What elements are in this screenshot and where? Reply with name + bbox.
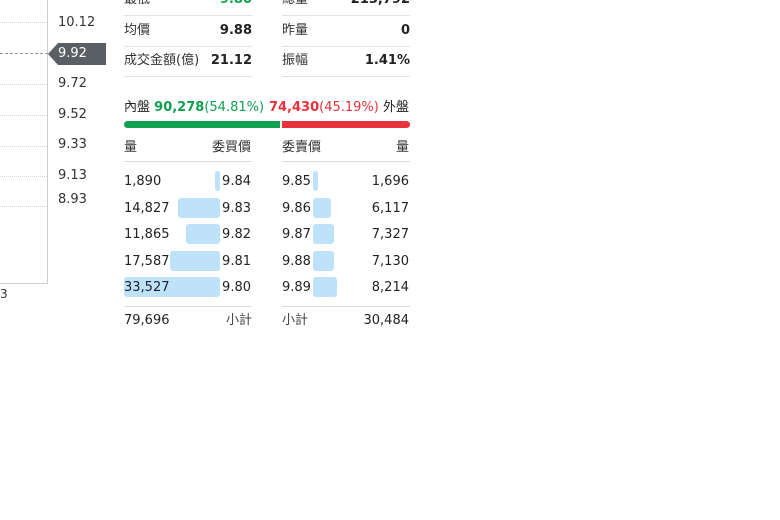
stat-label: 振幅 — [282, 53, 309, 68]
ask-total: 30,484 — [363, 313, 410, 328]
outer-ratio-bar — [282, 121, 410, 128]
ask-price: 9.85 — [282, 174, 311, 189]
stat-amplitude: 振幅 1.41% — [282, 46, 410, 77]
current-price-line — [0, 53, 48, 54]
bid-qty: 14,827 — [124, 201, 170, 216]
bid-price: 9.83 — [222, 201, 251, 216]
grid-line — [0, 115, 47, 116]
ask-price: 9.89 — [282, 280, 311, 295]
ask-qty-header: 量 — [396, 140, 410, 155]
outer-value: 74,430 — [268, 100, 320, 115]
ask-price: 9.86 — [282, 201, 311, 216]
outer-label: 外盤 — [382, 100, 409, 115]
chart-frame — [0, 0, 48, 284]
ask-volume-bar — [313, 277, 337, 297]
stat-value: 1.41% — [364, 53, 410, 68]
bid-price: 9.82 — [222, 227, 251, 242]
inner-volume: 內盤 90,278(54.81%) — [124, 99, 264, 117]
stat-avg-price: 均價 9.88 — [124, 16, 252, 47]
grid-line — [0, 146, 47, 147]
stat-prev-volume: 昨量 0 — [282, 16, 410, 47]
current-price-tag: 9.92 — [48, 43, 106, 65]
y-tick-label: 10.12 — [58, 15, 96, 30]
bid-qty: 11,865 — [124, 227, 170, 242]
bid-total: 79,696 — [124, 313, 170, 328]
bid-qty: 1,890 — [124, 174, 162, 189]
grid-line — [0, 22, 47, 23]
stat-low: 最低 9.80 — [124, 0, 252, 16]
stat-value: 0 — [400, 23, 410, 38]
bid-qty-header: 量 — [124, 140, 138, 155]
stat-total-volume: 總量 213,792 — [282, 0, 410, 16]
ask-total-label: 小計 — [282, 313, 309, 328]
ask-price-header: 委賣價 — [282, 140, 322, 155]
stat-value: 9.88 — [219, 23, 252, 38]
ask-price: 9.87 — [282, 227, 311, 242]
x-tick-label: 3 — [0, 287, 8, 301]
ask-price: 9.88 — [282, 254, 311, 269]
stat-label: 昨量 — [282, 23, 309, 38]
y-tick-label: 9.72 — [58, 76, 87, 91]
ask-volume-bar — [313, 224, 334, 244]
divider — [282, 161, 410, 162]
inner-label: 內盤 — [124, 100, 151, 115]
divider — [282, 306, 410, 307]
outer-volume: 74,430(45.19%) 外盤 — [269, 99, 409, 117]
price-chart: 10.12 9.92 9.72 9.52 9.33 9.13 8.93 3 — [0, 0, 120, 301]
grid-line — [0, 176, 47, 177]
bid-price: 9.81 — [222, 254, 251, 269]
ask-qty: 7,327 — [371, 227, 409, 242]
stat-label: 最低 — [124, 0, 150, 15]
bid-price-header: 委買價 — [212, 140, 252, 155]
stat-label: 成交金額(億) — [124, 53, 200, 68]
ask-volume-bar — [313, 251, 334, 271]
stat-value: 213,792 — [351, 0, 410, 15]
stat-value: 21.12 — [210, 53, 252, 68]
inner-pct: (54.81%) — [204, 100, 265, 115]
ask-qty: 1,696 — [371, 174, 409, 189]
bid-qty: 17,587 — [124, 254, 170, 269]
stat-label: 均價 — [124, 23, 151, 38]
inner-ratio-bar — [124, 121, 280, 128]
y-tick-label: 9.33 — [58, 137, 87, 152]
y-tick-label: 8.93 — [58, 192, 87, 207]
bid-volume-bar — [186, 224, 220, 244]
divider — [124, 306, 252, 307]
y-tick-label: 9.52 — [58, 107, 87, 122]
stat-value: 9.80 — [220, 0, 252, 15]
outer-pct: (45.19%) — [319, 100, 379, 115]
bid-qty: 33,527 — [124, 280, 170, 295]
ask-volume-bar — [313, 171, 318, 191]
divider — [124, 161, 252, 162]
bid-volume-bar — [215, 171, 220, 191]
bid-volume-bar — [170, 251, 220, 271]
y-tick-label: 9.13 — [58, 168, 87, 183]
ask-volume-bar — [313, 198, 331, 218]
grid-line — [0, 84, 47, 85]
ask-qty: 8,214 — [371, 280, 409, 295]
ask-qty: 7,130 — [371, 254, 409, 269]
inner-value: 90,278 — [154, 100, 205, 115]
bid-price: 9.80 — [222, 280, 251, 295]
ask-qty: 6,117 — [371, 201, 409, 216]
stat-label: 總量 — [282, 0, 308, 15]
stat-turnover: 成交金額(億) 21.12 — [124, 46, 252, 77]
grid-line — [0, 206, 47, 207]
bid-total-label: 小計 — [226, 313, 253, 328]
bid-price: 9.84 — [222, 174, 251, 189]
bid-volume-bar — [178, 198, 220, 218]
